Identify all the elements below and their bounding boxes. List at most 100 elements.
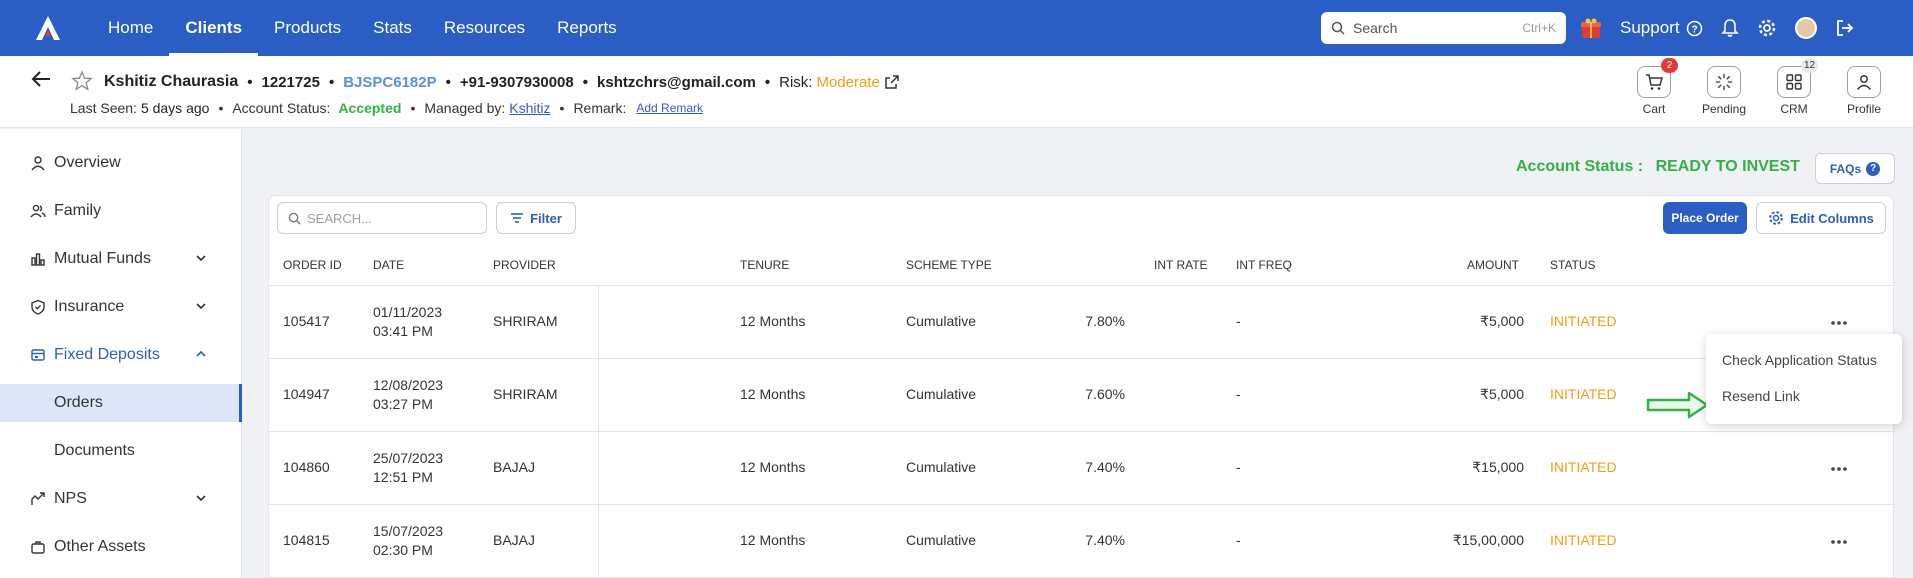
- freq-cell: -: [1236, 386, 1241, 402]
- chevron-down-icon[interactable]: [195, 300, 207, 312]
- sidebar-item-family[interactable]: Family: [0, 192, 242, 230]
- crm-button[interactable]: 12 CRM: [1770, 58, 1818, 116]
- provider-cell: BAJAJ: [493, 532, 536, 548]
- briefcase-icon: [31, 541, 45, 554]
- provider-cell: SHRIRAM: [493, 313, 558, 329]
- filter-icon: [511, 213, 524, 223]
- profile-button[interactable]: Profile: [1840, 66, 1888, 116]
- date-value: 01/11/2023: [373, 304, 443, 320]
- place-order-button[interactable]: Place Order: [1663, 202, 1747, 234]
- pending-button[interactable]: Pending: [1700, 66, 1748, 116]
- faqs-button[interactable]: FAQs ?: [1815, 153, 1895, 184]
- gear-icon: [1769, 211, 1783, 225]
- col-header-tenure[interactable]: TENURE: [740, 258, 789, 272]
- cart-icon: [1646, 74, 1663, 90]
- menu-item-check-application-status[interactable]: Check Application Status: [1722, 352, 1877, 368]
- gear-icon[interactable]: [1757, 18, 1777, 38]
- more-horizontal-icon: [1831, 321, 1847, 325]
- more-horizontal-icon: [1831, 467, 1847, 471]
- row-actions-button[interactable]: [1829, 313, 1849, 333]
- bell-icon[interactable]: [1720, 18, 1739, 38]
- client-phone: +91-9307930008: [459, 73, 574, 91]
- user-icon: [1856, 75, 1872, 90]
- sidebar-item-overview[interactable]: Overview: [0, 144, 242, 182]
- favorite-star-icon[interactable]: [71, 70, 93, 92]
- external-link-icon[interactable]: [885, 75, 899, 89]
- nav-clients[interactable]: Clients: [169, 0, 258, 56]
- chevron-down-icon[interactable]: [195, 252, 207, 264]
- col-header-amount[interactable]: AMOUNT: [1467, 258, 1519, 272]
- risk-value: Moderate: [816, 73, 880, 91]
- add-remark-link[interactable]: Add Remark: [636, 101, 703, 115]
- sidebar-item-label: Insurance: [54, 298, 125, 315]
- table-row[interactable]: 105417 01/11/2023 03:41 PM SHRIRAM 12 Mon…: [269, 286, 1895, 359]
- sidebar-item-other-assets[interactable]: Other Assets: [0, 528, 242, 566]
- sidebar-item-fixed-deposits[interactable]: Fixed Deposits: [0, 336, 242, 374]
- table-row[interactable]: 104815 15/07/2023 02:30 PM BAJAJ 12 Month…: [269, 505, 1895, 578]
- remark-label: Remark:: [573, 100, 627, 116]
- last-seen-value: 5 days ago: [140, 100, 210, 116]
- risk-label: Risk:: [779, 73, 813, 91]
- order-id-cell: 105417: [283, 313, 330, 329]
- sidebar-item-label: Documents: [54, 442, 135, 459]
- date-cell: 15/07/2023 02:30 PM: [373, 522, 443, 560]
- nav-products[interactable]: Products: [258, 0, 357, 56]
- col-header-provider[interactable]: PROVIDER: [493, 258, 556, 272]
- avatar[interactable]: [1794, 17, 1817, 39]
- grid-icon: [1786, 74, 1802, 90]
- brand-logo-icon[interactable]: [34, 14, 62, 42]
- edit-columns-button[interactable]: Edit Columns: [1756, 202, 1886, 234]
- account-status-banner: Account Status : READY TO INVEST: [1516, 158, 1800, 176]
- deposit-icon: [31, 349, 45, 361]
- col-header-int-freq[interactable]: INT FREQ: [1236, 258, 1292, 272]
- sidebar-item-nps[interactable]: NPS: [0, 480, 242, 518]
- filter-label: Filter: [530, 210, 562, 226]
- col-header-int-rate[interactable]: INT RATE: [1154, 258, 1208, 272]
- col-header-order-id[interactable]: ORDER ID: [283, 258, 342, 272]
- back-arrow-icon[interactable]: [30, 68, 52, 90]
- support-link[interactable]: Support ?: [1620, 18, 1703, 38]
- sidebar-item-documents[interactable]: Documents: [0, 432, 242, 470]
- table-search-field[interactable]: [277, 202, 487, 234]
- table-search-input[interactable]: [307, 210, 467, 226]
- col-header-status[interactable]: STATUS: [1550, 258, 1596, 272]
- account-status-banner-value: READY TO INVEST: [1655, 158, 1800, 175]
- col-header-scheme-type[interactable]: SCHEME TYPE: [906, 258, 992, 272]
- sidebar-item-insurance[interactable]: Insurance: [0, 288, 242, 326]
- support-label: Support: [1620, 18, 1680, 37]
- menu-item-resend-link[interactable]: Resend Link: [1722, 388, 1800, 404]
- sidebar-item-mutual-funds[interactable]: Mutual Funds: [0, 240, 242, 278]
- status-badge: INITIATED: [1550, 313, 1617, 329]
- gift-icon[interactable]: [1580, 17, 1602, 39]
- logout-icon[interactable]: [1835, 18, 1855, 38]
- managed-by-link[interactable]: Kshitiz: [509, 100, 550, 116]
- col-header-date[interactable]: DATE: [373, 258, 404, 272]
- shield-icon: [31, 299, 45, 315]
- tenure-cell: 12 Months: [740, 532, 806, 548]
- nav-stats[interactable]: Stats: [357, 0, 428, 56]
- table-row[interactable]: 104860 25/07/2023 12:51 PM BAJAJ 12 Month…: [269, 432, 1895, 505]
- rate-cell: 7.80%: [1085, 313, 1125, 329]
- sidebar-item-label: Overview: [54, 154, 121, 171]
- date-value: 15/07/2023: [373, 523, 444, 539]
- global-search-input[interactable]: Search Ctrl+K: [1321, 12, 1566, 44]
- sidebar-item-label: NPS: [54, 490, 87, 507]
- row-actions-button[interactable]: [1829, 459, 1849, 479]
- filter-button[interactable]: Filter: [496, 202, 576, 234]
- family-icon: [30, 204, 46, 218]
- date-cell: 01/11/2023 03:41 PM: [373, 303, 442, 341]
- account-status-banner-label: Account Status :: [1516, 158, 1644, 175]
- row-actions-button[interactable]: [1829, 532, 1849, 552]
- nav-home[interactable]: Home: [92, 0, 169, 56]
- chevron-up-icon[interactable]: [195, 348, 207, 360]
- profile-label: Profile: [1846, 102, 1881, 116]
- amount-cell: ₹15,00,000: [1452, 532, 1524, 548]
- client-id: 1221725: [261, 73, 320, 91]
- chevron-down-icon[interactable]: [195, 492, 207, 504]
- nav-resources[interactable]: Resources: [428, 0, 541, 56]
- cart-button[interactable]: 2 Cart: [1630, 58, 1678, 116]
- sidebar-item-label: Mutual Funds: [54, 250, 151, 267]
- nav-reports[interactable]: Reports: [541, 0, 633, 56]
- sidebar-item-orders[interactable]: Orders: [0, 384, 242, 422]
- client-header: Kshitiz Chaurasia • 1221725 • BJSPC6182P…: [0, 56, 1913, 128]
